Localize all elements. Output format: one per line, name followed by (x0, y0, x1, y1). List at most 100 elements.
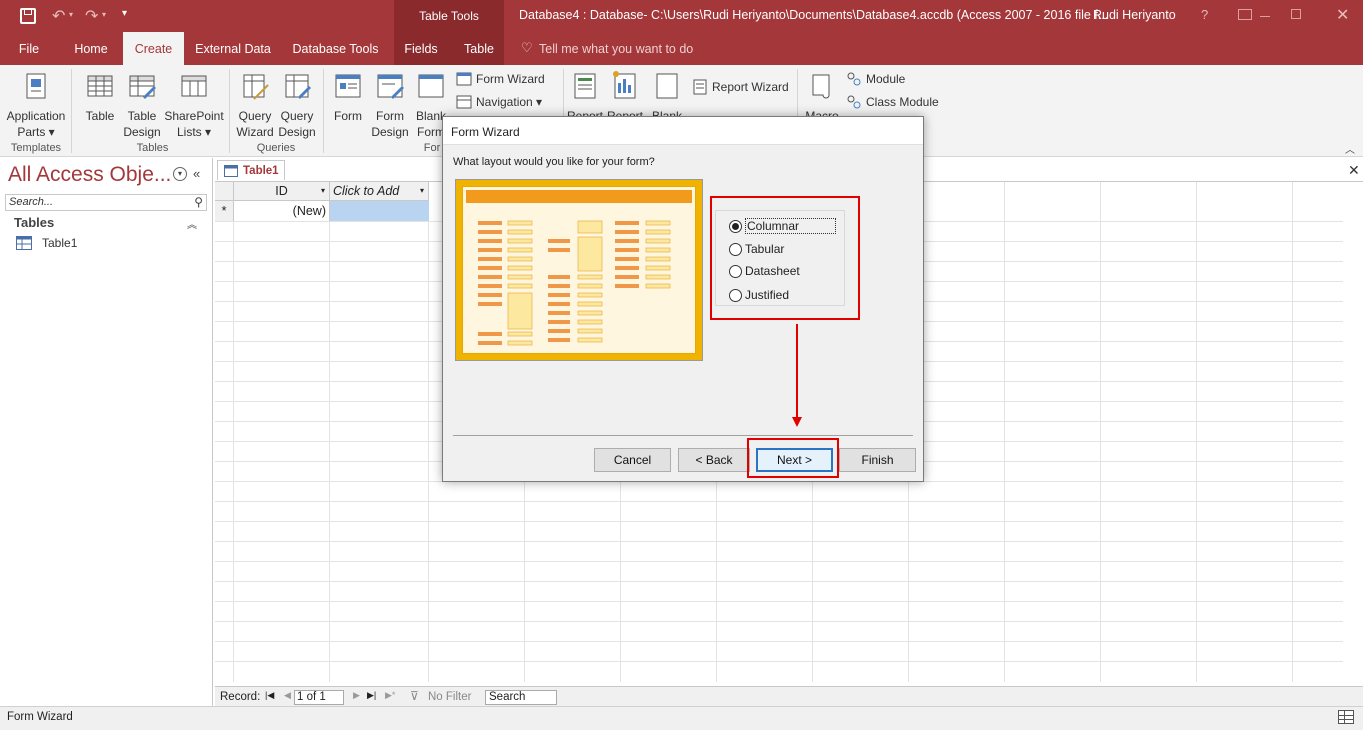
module-icon (847, 72, 861, 86)
sharepoint-lists-icon (181, 75, 207, 97)
form-wizard-button[interactable]: Form Wizard (456, 69, 545, 89)
class-module-button[interactable]: Class Module (846, 92, 939, 112)
next-record-icon[interactable]: ▶ (353, 690, 360, 701)
save-icon[interactable] (20, 8, 36, 24)
tab-external-data[interactable]: External Data (190, 32, 276, 65)
tab-table[interactable]: Table (456, 32, 502, 65)
select-all-cell[interactable] (215, 182, 234, 201)
grid-line (215, 601, 1343, 602)
table-design-icon (129, 75, 156, 99)
table-icon (87, 75, 113, 97)
column-header-click-to-add[interactable]: Click to Add ▾ (330, 182, 429, 201)
back-button[interactable]: < Back (678, 448, 750, 472)
module-label: Module (866, 72, 906, 86)
table-design-button[interactable]: Table Design (122, 71, 162, 140)
nav-item-table1[interactable]: Table1 (16, 236, 77, 250)
form-button[interactable]: Form (328, 71, 368, 124)
redo-dropdown-icon[interactable]: ▾ (102, 10, 106, 19)
undo-dropdown-icon[interactable]: ▾ (69, 10, 73, 19)
ribbon-divider (71, 69, 72, 153)
table-tools-context: Table Tools (394, 0, 504, 32)
next-highlight-box (747, 438, 839, 478)
collapse-ribbon-icon[interactable]: ︿ (1345, 141, 1355, 156)
filter-icon[interactable]: ⊽ (410, 689, 419, 703)
query-wizard-icon (243, 74, 269, 100)
close-document-icon[interactable]: ✕ (1348, 162, 1360, 179)
table-label: Table (85, 109, 115, 123)
application-parts-label: Application (6, 109, 66, 123)
undo-icon[interactable]: ↶ (52, 6, 65, 26)
shutter-bar-icon[interactable]: « (193, 166, 200, 181)
tab-fields[interactable]: Fields (398, 32, 444, 65)
form-design-label-2: Design (371, 125, 409, 139)
minimize-icon[interactable] (1260, 16, 1270, 17)
search-icon[interactable]: ⚲ (194, 195, 203, 209)
tab-file[interactable]: File (8, 32, 50, 65)
grid-line (215, 621, 1343, 622)
query-design-button[interactable]: Query Design (276, 71, 318, 140)
finish-button[interactable]: Finish (839, 448, 916, 472)
dialog-titlebar[interactable]: Form Wizard (443, 117, 923, 145)
nav-pane-menu-icon[interactable]: ▾ (173, 167, 187, 181)
form-wizard-label: Form Wizard (476, 72, 545, 86)
collapse-section-icon[interactable]: ︽ (187, 216, 197, 231)
column-dropdown-icon[interactable]: ▾ (321, 182, 325, 200)
application-parts-icon (26, 73, 46, 99)
grid-line (1100, 182, 1101, 682)
nav-section-tables[interactable]: Tables (14, 215, 54, 230)
datasheet-view-icon[interactable] (1338, 710, 1354, 724)
tell-me-search[interactable]: Tell me what you want to do (539, 42, 693, 56)
nav-pane-title[interactable]: All Access Obje... (8, 163, 171, 187)
grid-line (215, 541, 1343, 542)
restore-icon[interactable] (1291, 9, 1301, 19)
report-wizard-button[interactable]: Report Wizard (692, 77, 789, 97)
annotation-arrow (796, 324, 798, 421)
sharepoint-lists-button[interactable]: SharePoint Lists ▾ (163, 71, 225, 140)
tab-database-tools[interactable]: Database Tools (288, 32, 383, 65)
user-name[interactable]: Rudi Heriyanto (1093, 8, 1176, 22)
customize-toolbar-icon[interactable]: ▾ (122, 8, 127, 19)
previous-record-icon[interactable]: ◀ (284, 690, 291, 701)
sharepoint-lists-label-2: Lists ▾ (176, 125, 212, 139)
column-dropdown-icon[interactable]: ▾ (420, 182, 424, 200)
current-record-input[interactable]: 1 of 1 (294, 690, 344, 705)
query-wizard-button[interactable]: Query Wizard (234, 71, 276, 140)
record-label: Record: (220, 691, 261, 703)
grid-line (428, 182, 429, 682)
navigation-button[interactable]: Navigation ▾ (456, 92, 542, 112)
new-record-icon[interactable]: ▶* (385, 690, 395, 701)
query-wizard-label-2: Wizard (236, 125, 274, 139)
column-header-id[interactable]: ID ▾ (234, 182, 330, 201)
last-record-icon[interactable]: ▶| (367, 690, 376, 701)
new-record-add-cell[interactable] (330, 201, 429, 221)
close-icon[interactable]: ✕ (1336, 5, 1349, 25)
column-header-label: ID (275, 184, 288, 198)
window-title: Database4 : Database- C:\Users\Rudi Heri… (519, 8, 1109, 22)
new-record-id-cell[interactable]: (New) (234, 201, 330, 221)
tab-table1[interactable]: Table1 (217, 160, 285, 180)
table-button[interactable]: Table (80, 71, 120, 124)
status-bar: Form Wizard (0, 706, 1363, 730)
nav-search-placeholder: Search... (9, 196, 54, 208)
tab-create[interactable]: Create (123, 32, 184, 65)
first-record-icon[interactable]: |◀ (265, 690, 274, 701)
ribbon-display-icon[interactable] (1238, 9, 1252, 20)
tab-home[interactable]: Home (64, 32, 118, 65)
query-design-label: Query (280, 109, 314, 123)
record-search-input[interactable]: Search (485, 690, 557, 705)
cancel-button[interactable]: Cancel (594, 448, 671, 472)
dialog-divider (453, 435, 913, 436)
module-button[interactable]: Module (846, 69, 905, 89)
no-filter-label[interactable]: No Filter (428, 691, 471, 703)
form-design-button[interactable]: Form Design (370, 71, 410, 140)
status-text: Form Wizard (7, 711, 73, 723)
nav-search-input[interactable]: Search... ⚲ (5, 194, 207, 211)
table-icon (224, 164, 238, 177)
record-selector[interactable]: * (215, 201, 234, 221)
redo-icon[interactable]: ↷ (85, 6, 98, 26)
application-parts-button[interactable]: Application Parts ▾ (4, 71, 68, 140)
grid-line (215, 521, 1343, 522)
grid-line (1004, 182, 1005, 682)
help-icon[interactable]: ? (1201, 7, 1208, 22)
grid-line (215, 641, 1343, 642)
